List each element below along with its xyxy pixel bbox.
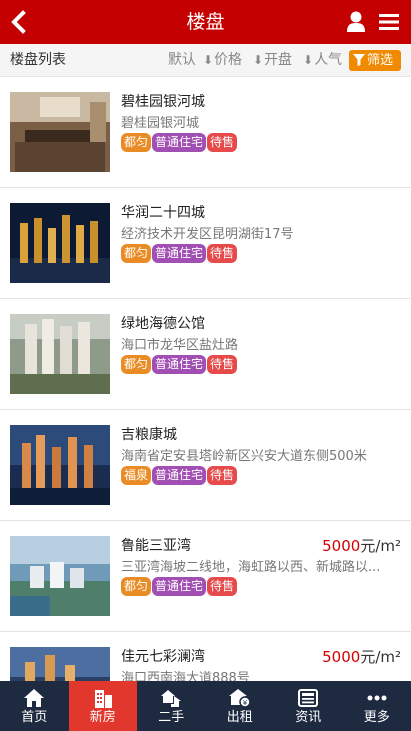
- price-value: 5000: [322, 648, 361, 666]
- listing-name: 碧桂园银河城: [121, 94, 205, 110]
- listing-address: 三亚湾海坡二线地，海虹路以西、新城路以...: [121, 560, 381, 575]
- listing-item[interactable]: 绿地海德公馆 海口市龙华区盐灶路 都匀 普通住宅 待售: [0, 299, 411, 410]
- type-tag: 普通住宅: [152, 577, 207, 596]
- tab-label: 二手: [158, 710, 185, 725]
- listing-tags: 都匀 普通住宅 待售: [121, 353, 238, 374]
- sort-arrow-icon: ⬇: [253, 53, 264, 67]
- region-tag: 都匀: [121, 355, 152, 374]
- tab-new-homes[interactable]: 新房: [68, 681, 137, 731]
- listing-address: 经济技术开发区昆明湖街17号: [121, 227, 294, 242]
- svg-text:¥: ¥: [243, 699, 248, 707]
- listing-tags: 都匀 普通住宅 待售: [121, 242, 238, 263]
- type-tag: 普通住宅: [152, 133, 207, 152]
- tab-news[interactable]: 资讯: [274, 681, 343, 731]
- tab-home[interactable]: 首页: [0, 681, 69, 731]
- tab-label: 出租: [226, 710, 253, 725]
- tab-label: 首页: [21, 710, 48, 725]
- listing-tags: 都匀 普通住宅 待售: [121, 131, 238, 152]
- sort-open[interactable]: ⬇开盘: [253, 44, 292, 76]
- status-tag: 待售: [207, 244, 238, 263]
- filter-button[interactable]: 筛选: [349, 50, 401, 71]
- house-share-icon: [161, 690, 182, 707]
- filter-label: 筛选: [367, 53, 394, 68]
- listing-photo: [10, 203, 110, 283]
- sort-popularity-label: 人气: [314, 52, 343, 68]
- tab-label: 新房: [89, 710, 116, 725]
- funnel-icon: [353, 54, 365, 66]
- user-icon[interactable]: [346, 11, 366, 33]
- region-tag: 都匀: [121, 133, 152, 152]
- listing-list: 碧桂园银河城 碧桂园银河城 都匀 普通住宅 待售 华润二十四城 经济技术开发区昆明湖…: [0, 77, 411, 731]
- listing-photo: [10, 536, 110, 616]
- sort-arrow-icon: ⬇: [303, 53, 314, 67]
- listing-price: 5000元/m²: [322, 535, 401, 556]
- sort-default[interactable]: 默认: [168, 44, 196, 76]
- region-tag: 福泉: [121, 466, 152, 485]
- home-icon: [24, 689, 45, 707]
- tab-second-hand[interactable]: 二手: [137, 681, 206, 731]
- listing-name: 佳元七彩澜湾: [121, 649, 205, 665]
- tab-label: 更多: [363, 710, 390, 725]
- listing-address: 海口市龙华区盐灶路: [121, 338, 239, 353]
- region-tag: 都匀: [121, 244, 152, 263]
- listing-address: 碧桂园银河城: [121, 116, 200, 131]
- sort-popularity[interactable]: ⬇人气: [303, 44, 342, 76]
- listing-photo: [10, 425, 110, 505]
- listing-name: 吉粮康城: [121, 427, 177, 443]
- tab-label: 资讯: [295, 710, 322, 725]
- price-value: 5000: [322, 537, 361, 555]
- status-tag: 待售: [207, 355, 238, 374]
- price-unit: 元/m²: [360, 648, 401, 666]
- more-icon: [367, 695, 387, 701]
- status-tag: 待售: [207, 577, 238, 596]
- list-label: 楼盘列表: [10, 52, 66, 68]
- listing-item[interactable]: 鲁能三亚湾 5000元/m² 三亚湾海坡二线地，海虹路以西、新城路以... 都匀…: [0, 521, 411, 632]
- listing-address: 海南省定安县塔岭新区兴安大道东侧500米: [121, 449, 367, 464]
- listing-item[interactable]: 吉粮康城 海南省定安县塔岭新区兴安大道东侧500米 福泉 普通住宅 待售: [0, 410, 411, 521]
- app-header: 楼盘: [0, 0, 411, 44]
- sort-toolbar: 楼盘列表 默认 ⬇价格 ⬇开盘 ⬇人气 筛选: [0, 44, 411, 77]
- bottom-tab-bar: 首页 新房 二手 ¥ 出租 资讯 更多: [0, 681, 411, 731]
- status-tag: 待售: [207, 133, 238, 152]
- region-tag: 都匀: [121, 577, 152, 596]
- price-unit: 元/m²: [360, 537, 401, 555]
- tab-more[interactable]: 更多: [343, 681, 411, 731]
- listing-item[interactable]: 华润二十四城 经济技术开发区昆明湖街17号 都匀 普通住宅 待售: [0, 188, 411, 299]
- listing-name: 鲁能三亚湾: [121, 538, 191, 554]
- type-tag: 普通住宅: [152, 244, 207, 263]
- sort-open-label: 开盘: [264, 52, 293, 68]
- sort-arrow-icon: ⬇: [203, 53, 214, 67]
- type-tag: 普通住宅: [152, 466, 207, 485]
- news-icon: [298, 689, 319, 707]
- rent-icon: ¥: [228, 689, 251, 708]
- listing-name: 绿地海德公馆: [121, 316, 205, 332]
- type-tag: 普通住宅: [152, 355, 207, 374]
- menu-icon[interactable]: [379, 13, 399, 31]
- listing-tags: 福泉 普通住宅 待售: [121, 464, 238, 485]
- status-tag: 待售: [207, 466, 238, 485]
- sort-price[interactable]: ⬇价格: [203, 44, 242, 76]
- tab-rent[interactable]: ¥ 出租: [206, 681, 275, 731]
- listing-photo: [10, 314, 110, 394]
- listing-photo: [10, 92, 110, 172]
- listing-name: 华润二十四城: [121, 205, 205, 221]
- building-icon: [94, 690, 112, 708]
- listing-item[interactable]: 碧桂园银河城 碧桂园银河城 都匀 普通住宅 待售: [0, 77, 411, 188]
- listing-tags: 都匀 普通住宅 待售: [121, 575, 238, 596]
- sort-price-label: 价格: [214, 52, 243, 68]
- listing-price: 5000元/m²: [322, 646, 401, 667]
